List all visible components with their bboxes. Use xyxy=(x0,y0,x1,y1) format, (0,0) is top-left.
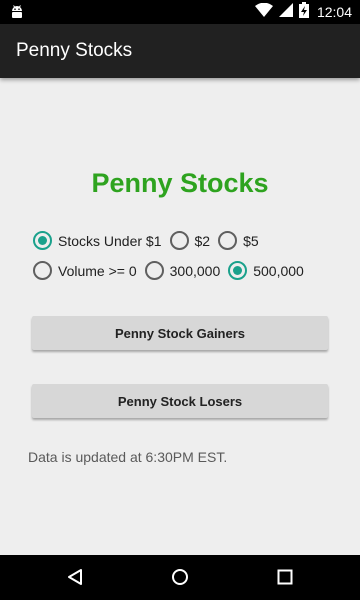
update-note: Data is updated at 6:30PM EST. xyxy=(28,449,228,465)
radio-volume-0[interactable]: Volume >= 0 xyxy=(33,261,137,280)
radio-label: 500,000 xyxy=(253,262,304,279)
radio-label: 300,000 xyxy=(169,262,221,279)
status-bar: 12:04 xyxy=(0,0,360,24)
radio-circle[interactable] xyxy=(228,261,248,280)
radio-circle[interactable] xyxy=(33,261,52,280)
radio-under-1[interactable]: Stocks Under $1 xyxy=(33,231,162,250)
navigation-bar xyxy=(0,555,360,600)
radio-label: Stocks Under $1 xyxy=(58,232,162,249)
volume-radio-group: Volume >= 0 300,000 500,000 xyxy=(33,261,312,280)
android-icon xyxy=(10,4,24,25)
radio-circle[interactable] xyxy=(169,231,189,250)
radio-under-2[interactable]: $2 xyxy=(169,231,211,250)
gainers-button[interactable]: Penny Stock Gainers xyxy=(32,316,328,350)
price-radio-group: Stocks Under $1 $2 $5 xyxy=(33,231,267,250)
radio-volume-500000[interactable]: 500,000 xyxy=(228,261,304,280)
radio-label: Volume >= 0 xyxy=(58,262,137,279)
radio-volume-300000[interactable]: 300,000 xyxy=(144,261,221,280)
app-title: Penny Stocks xyxy=(16,40,133,61)
recents-icon[interactable] xyxy=(273,565,297,589)
signal-icon xyxy=(278,2,293,22)
radio-circle[interactable] xyxy=(33,231,52,250)
losers-button[interactable]: Penny Stock Losers xyxy=(32,384,328,418)
app-bar: Penny Stocks xyxy=(0,24,360,78)
status-time: 12:04 xyxy=(316,4,352,20)
radio-under-5[interactable]: $5 xyxy=(218,231,259,250)
page-heading: Penny Stocks xyxy=(91,168,269,198)
radio-circle[interactable] xyxy=(144,261,164,280)
wifi-icon xyxy=(254,2,273,22)
home-icon[interactable] xyxy=(168,565,192,589)
battery-charging-icon xyxy=(298,1,309,23)
radio-label: $5 xyxy=(243,232,259,249)
radio-circle[interactable] xyxy=(218,231,238,250)
radio-label: $2 xyxy=(194,232,211,249)
back-icon[interactable] xyxy=(63,565,87,589)
